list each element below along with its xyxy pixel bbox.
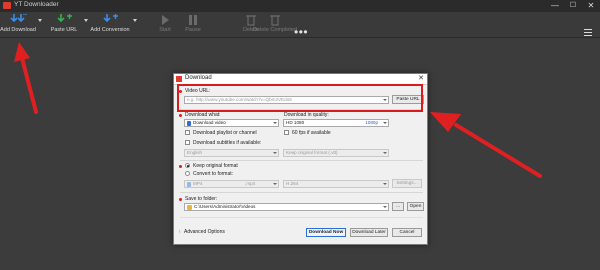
add-download-arrow-icon [14, 42, 38, 114]
app-window: YT Downloader — ☐ ✕ Add Download Paste U… [0, 0, 600, 270]
annotation-arrows [14, 42, 542, 178]
url-field-arrow-icon [430, 112, 542, 178]
